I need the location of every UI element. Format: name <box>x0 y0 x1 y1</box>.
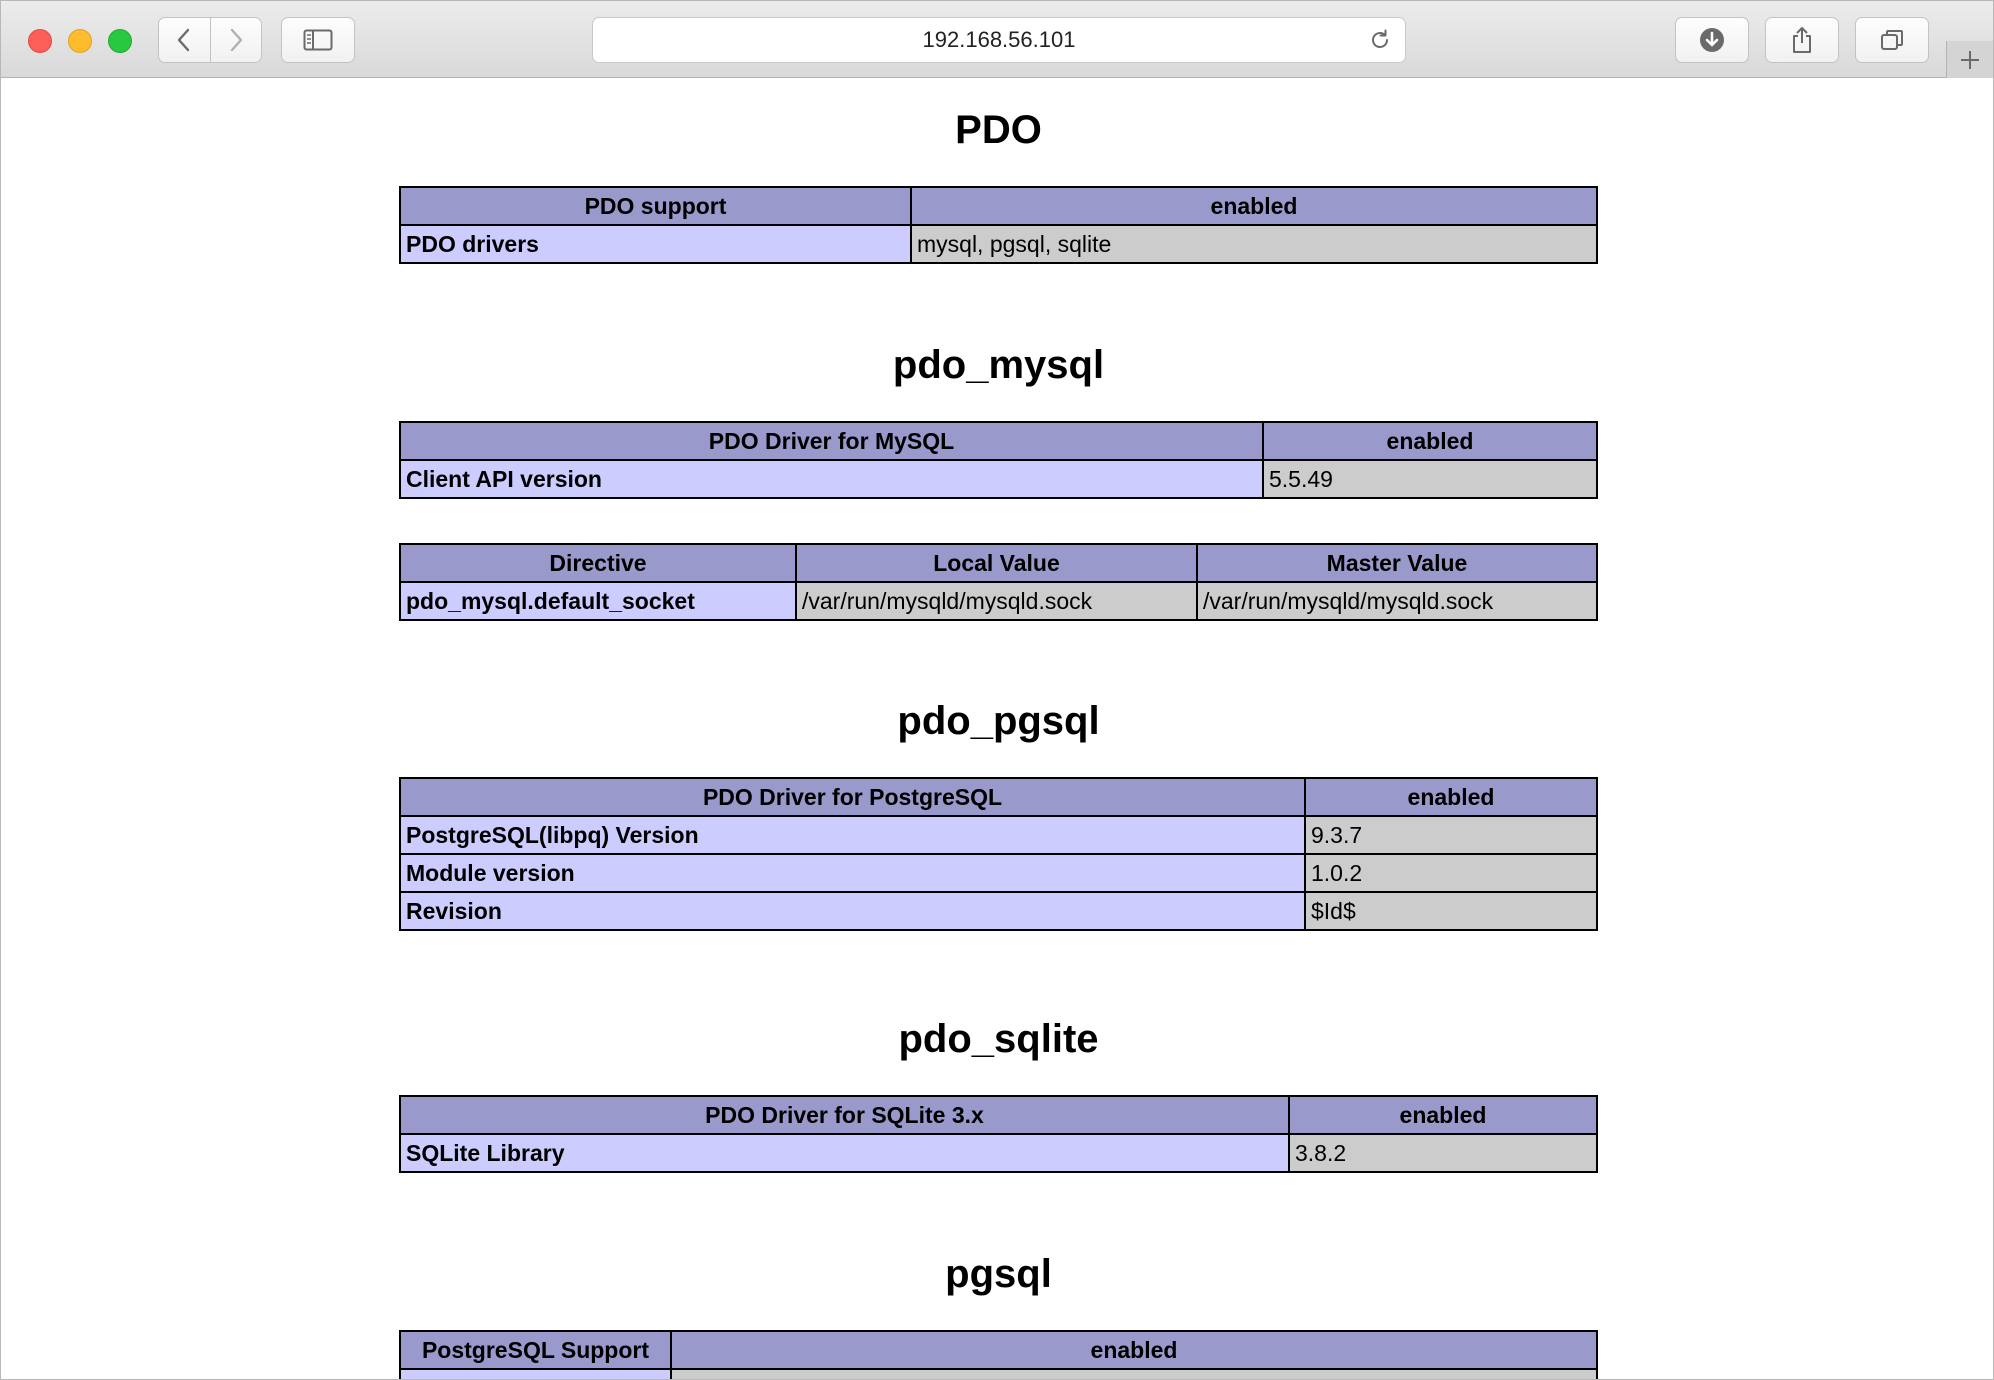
page-content: PDO PDO support enabled PDO drivers mysq… <box>1 78 1993 1379</box>
table-row: PDO drivers mysql, pgsql, sqlite <box>399 224 1598 264</box>
table-header-cell: PDO Driver for MySQL <box>399 421 1264 461</box>
table-row <box>399 1368 1598 1379</box>
row-key: Module version <box>399 853 1306 893</box>
row-key: SQLite Library <box>399 1133 1290 1173</box>
section-title: pdo_mysql <box>892 343 1105 387</box>
table-header-cell: PDO Driver for PostgreSQL <box>399 777 1306 817</box>
table-header-cell: Directive <box>399 543 797 583</box>
master-value: /var/run/mysqld/mysqld.sock <box>1196 581 1598 621</box>
table-row: SQLite Library 3.8.2 <box>399 1133 1598 1173</box>
table-header-cell: enabled <box>670 1330 1598 1370</box>
row-value <box>670 1368 1598 1379</box>
show-tabs-button[interactable] <box>1855 17 1929 63</box>
minimize-window-button[interactable] <box>68 29 92 53</box>
table-header-row: PostgreSQL Support enabled <box>399 1330 1598 1370</box>
row-value: mysql, pgsql, sqlite <box>910 224 1598 264</box>
downloads-button[interactable] <box>1675 17 1749 63</box>
section-title: pdo_pgsql <box>897 699 1100 743</box>
row-value: $Id$ <box>1304 891 1598 931</box>
share-icon <box>1793 27 1811 53</box>
directive-name: pdo_mysql.default_socket <box>399 581 797 621</box>
table-row: Client API version 5.5.49 <box>399 459 1598 499</box>
table-header-cell: enabled <box>910 186 1598 226</box>
sidebar-button[interactable] <box>281 17 355 63</box>
zoom-window-button[interactable] <box>108 29 132 53</box>
back-button[interactable] <box>159 18 210 62</box>
row-value: 1.0.2 <box>1304 853 1598 893</box>
share-button[interactable] <box>1765 17 1839 63</box>
download-icon <box>1700 28 1724 52</box>
row-value: 9.3.7 <box>1304 815 1598 855</box>
pdo-mysql-directives-table: Directive Local Value Master Value pdo_m… <box>399 543 1598 621</box>
table-row: Module version 1.0.2 <box>399 853 1598 893</box>
forward-button[interactable] <box>209 18 262 62</box>
browser-window: 192.168.56.101 PDO PDO support enabled P… <box>0 0 1994 1380</box>
table-header-cell: enabled <box>1262 421 1598 461</box>
row-value: 5.5.49 <box>1262 459 1598 499</box>
reload-icon <box>1372 29 1388 48</box>
table-header-cell: enabled <box>1288 1095 1598 1135</box>
address-bar[interactable]: 192.168.56.101 <box>592 17 1406 63</box>
section-title: pgsql <box>945 1252 1052 1296</box>
table-header-cell: enabled <box>1304 777 1598 817</box>
local-value: /var/run/mysqld/mysqld.sock <box>795 581 1198 621</box>
table-row: PostgreSQL(libpq) Version 9.3.7 <box>399 815 1598 855</box>
table-row: pdo_mysql.default_socket /var/run/mysqld… <box>399 581 1598 621</box>
table-header-cell: Local Value <box>795 543 1198 583</box>
table-header-cell: PDO Driver for SQLite 3.x <box>399 1095 1290 1135</box>
pgsql-table: PostgreSQL Support enabled <box>399 1330 1598 1379</box>
row-value: 3.8.2 <box>1288 1133 1598 1173</box>
table-header-cell: PDO support <box>399 186 912 226</box>
table-header-row: PDO Driver for MySQL enabled <box>399 421 1598 461</box>
url-text: 192.168.56.101 <box>922 27 1076 52</box>
tabs-icon <box>1881 30 1903 50</box>
plus-icon <box>1961 50 1979 69</box>
sidebar-icon <box>303 29 333 51</box>
row-key: Revision <box>399 891 1306 931</box>
pdo-mysql-table: PDO Driver for MySQL enabled Client API … <box>399 421 1598 499</box>
navigation-buttons <box>158 17 262 63</box>
reload-button[interactable] <box>1367 27 1393 53</box>
table-header-row: PDO Driver for PostgreSQL enabled <box>399 777 1598 817</box>
chevron-left-icon <box>178 28 190 52</box>
close-window-button[interactable] <box>28 29 52 53</box>
row-key <box>399 1368 672 1379</box>
pdo-sqlite-table: PDO Driver for SQLite 3.x enabled SQLite… <box>399 1095 1598 1173</box>
pdo-table: PDO support enabled PDO drivers mysql, p… <box>399 186 1598 264</box>
section-title: PDO <box>955 108 1042 152</box>
row-key: Client API version <box>399 459 1264 499</box>
pdo-pgsql-table: PDO Driver for PostgreSQL enabled Postgr… <box>399 777 1598 931</box>
table-header-cell: PostgreSQL Support <box>399 1330 672 1370</box>
browser-toolbar: 192.168.56.101 <box>1 1 1993 78</box>
table-header-cell: Master Value <box>1196 543 1598 583</box>
row-key: PostgreSQL(libpq) Version <box>399 815 1306 855</box>
chevron-right-icon <box>230 28 242 52</box>
table-header-row: PDO Driver for SQLite 3.x enabled <box>399 1095 1598 1135</box>
table-row: Revision $Id$ <box>399 891 1598 931</box>
table-header-row: Directive Local Value Master Value <box>399 543 1598 583</box>
row-key: PDO drivers <box>399 224 912 264</box>
section-title: pdo_sqlite <box>898 1017 1099 1061</box>
new-tab-button[interactable] <box>1946 41 1993 78</box>
table-header-row: PDO support enabled <box>399 186 1598 226</box>
